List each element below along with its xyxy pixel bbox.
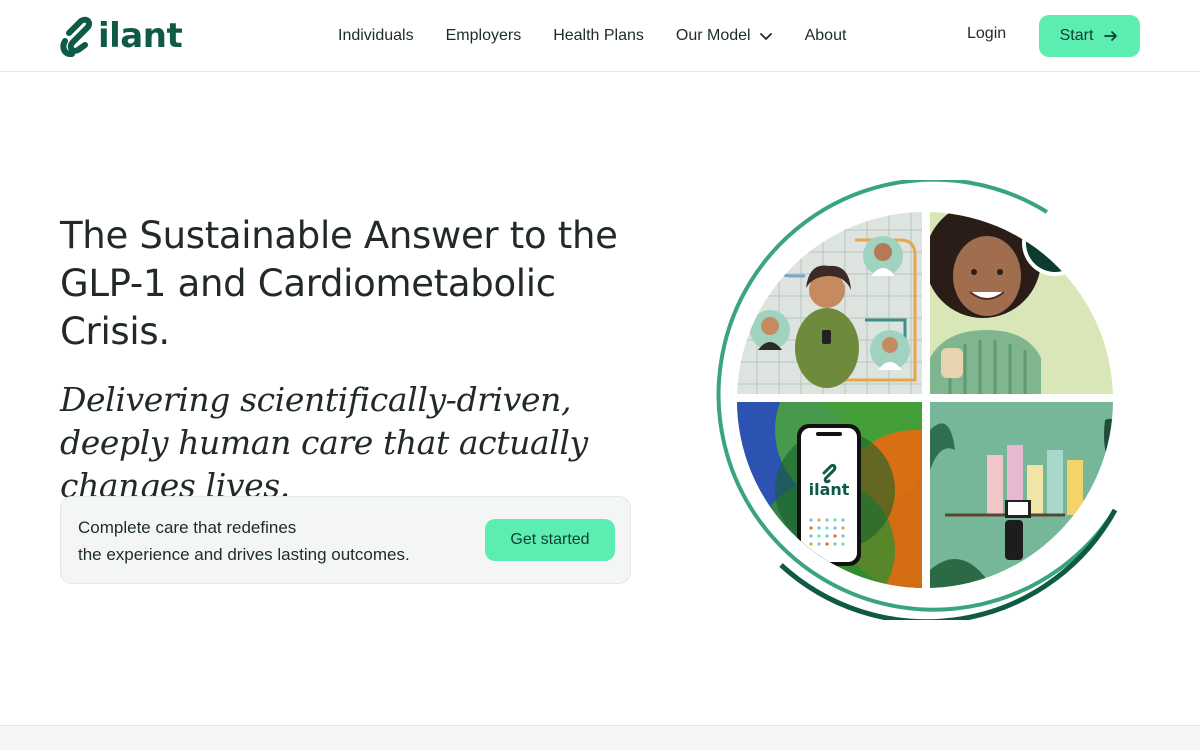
login-link[interactable]: Login [967, 25, 1006, 43]
cta-text-line: the experience and drives lasting outcom… [78, 545, 410, 564]
hero-title: The Sustainable Answer to the GLP-1 and … [60, 214, 618, 353]
quadrant-office [930, 402, 1113, 588]
brand-name: ilant [98, 16, 183, 56]
nav-item-health-plans[interactable]: Health Plans [553, 27, 644, 45]
phone-brand-text: ilant [809, 480, 850, 499]
hero-illustration: ilant [716, 180, 1118, 620]
illustration-quadrants: ilant [737, 212, 1113, 588]
cta-text-line: Complete care that redefines [78, 518, 297, 537]
start-button-label: Start [1059, 27, 1094, 44]
nav-item-our-model[interactable]: Our Model [676, 27, 773, 45]
ilant-logo[interactable]: ilant [60, 15, 183, 57]
quadrant-portrait [930, 212, 1113, 394]
start-button[interactable]: Start [1039, 15, 1140, 57]
main-nav: Individuals Employers Health Plans Our M… [338, 0, 878, 72]
get-started-button[interactable]: Get started [485, 519, 615, 561]
quadrant-network [737, 212, 922, 394]
arrow-right-icon [1104, 31, 1118, 41]
nav-item-about[interactable]: About [805, 27, 847, 45]
chevron-down-icon [759, 33, 772, 40]
site-header: ilant Individuals Employers Health Plans… [0, 0, 1200, 72]
nav-item-label: Employers [445, 27, 522, 44]
hero-subtitle: Delivering scientifically-driven, deeply… [60, 380, 588, 505]
cta-description: Complete care that redefines the experie… [78, 514, 410, 568]
nav-item-label: About [804, 27, 847, 44]
nav-item-label: Our Model [675, 27, 751, 44]
nav-item-label: Individuals [338, 27, 414, 44]
nav-item-employers[interactable]: Employers [446, 27, 522, 45]
nav-item-individuals[interactable]: Individuals [338, 27, 414, 45]
nav-item-label: Health Plans [553, 27, 644, 44]
ilant-logo-icon [60, 16, 92, 57]
cta-card: Complete care that redefines the experie… [60, 496, 631, 584]
next-section-band [0, 725, 1200, 750]
